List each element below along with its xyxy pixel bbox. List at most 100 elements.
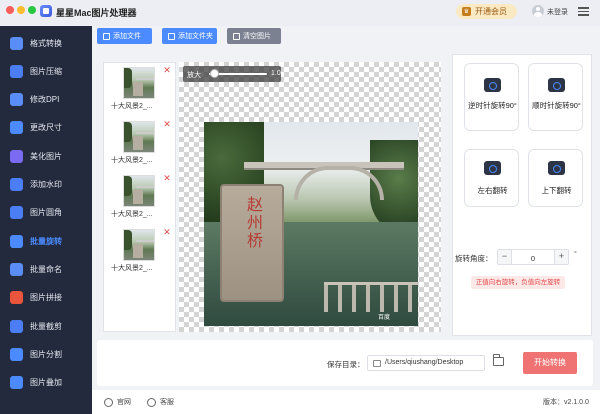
start-convert-button[interactable]: 开始转换 (523, 352, 577, 374)
sidebar-item-label: 批量截剪 (30, 321, 62, 331)
photo-railing (324, 282, 418, 312)
file-thumbnail (123, 229, 155, 261)
rotation-hint: 正值向右旋转，负值向左旋转 (471, 276, 565, 289)
beautify-icon (10, 149, 23, 163)
sidebar-item-image-compress[interactable]: 图片压缩 (0, 60, 92, 82)
watermark-icon (10, 178, 23, 191)
flip-vertical-button[interactable]: 上下翻转 (528, 149, 583, 207)
sidebar-item-batch-rename[interactable]: 批量命名 (0, 258, 92, 280)
angle-increase-button[interactable]: + (554, 250, 568, 264)
close-window-button[interactable] (6, 6, 14, 14)
sidebar-item-image-split[interactable]: 图片分割 (0, 343, 92, 365)
rotate-ccw-icon (484, 78, 501, 92)
thumb-tree (124, 230, 132, 250)
thumb-stone (133, 136, 143, 150)
format-convert-icon (10, 36, 23, 50)
thumb-tree (124, 176, 132, 196)
rotate-cw-button[interactable]: 顺时针旋转90° (528, 63, 583, 131)
website-link[interactable]: 官网 (104, 397, 131, 407)
open-folder-icon[interactable] (493, 354, 504, 366)
sidebar-item-round-corner[interactable]: 图片圆角 (0, 202, 92, 224)
footer: 官网 客服 版本：v2.1.0.0 (92, 390, 600, 414)
output-bar: 保存目录： /Users/qiushang/Desktop 开始转换 (97, 340, 593, 386)
sidebar-item-label: 修改DPI (30, 95, 60, 105)
login-status[interactable]: 未登录 (547, 7, 568, 17)
sidebar-item-format-convert[interactable]: 格式转换 (0, 32, 92, 54)
app-title: 星星Mac图片处理器 (56, 8, 137, 18)
thumb-bridge (136, 240, 154, 242)
preview-photo: 赵州桥 百度 (204, 122, 418, 326)
add-folder-button[interactable]: 添加文件夹 (162, 28, 217, 44)
sidebar-item-label: 图片圆角 (30, 208, 62, 218)
sidebar-item-label: 格式转换 (30, 38, 62, 48)
sidebar-item-label: 批量旋转 (30, 236, 62, 246)
batch-crop-icon (10, 319, 23, 333)
clear-images-button[interactable]: 清空图片 (227, 28, 281, 44)
file-name: 十大风景2_... (111, 103, 153, 110)
avatar[interactable] (532, 5, 544, 17)
delete-icon[interactable]: ✕ (163, 66, 171, 75)
sidebar-item-image-overlay[interactable]: 图片叠加 (0, 372, 92, 394)
sidebar-item-image-stitch[interactable]: 图片拼接 (0, 287, 92, 309)
sidebar-item-batch-rotate[interactable]: 批量旋转 (0, 230, 92, 252)
delete-icon[interactable]: ✕ (163, 174, 171, 183)
delete-icon[interactable]: ✕ (163, 228, 171, 237)
minimize-window-button[interactable] (17, 6, 25, 14)
sidebar-item-label: 图片拼接 (30, 293, 62, 303)
vip-button[interactable]: ♛ 开通会员 (456, 4, 517, 19)
thumb-stone (133, 190, 143, 204)
list-item[interactable]: ✕ 十大风景2_... (104, 227, 177, 279)
photo-watermark: 百度 (378, 315, 391, 321)
save-dir-field[interactable]: /Users/qiushang/Desktop (367, 355, 485, 371)
service-link[interactable]: 客服 (147, 397, 174, 407)
sidebar-item-label: 美化图片 (30, 151, 62, 161)
maximize-window-button[interactable] (28, 6, 36, 14)
delete-icon[interactable]: ✕ (163, 120, 171, 129)
rotation-angle-input[interactable] (512, 252, 554, 264)
add-file-button[interactable]: 添加文件 (97, 28, 152, 44)
flip-horizontal-button[interactable]: 左右翻转 (464, 149, 519, 207)
sidebar-item-watermark[interactable]: 添加水印 (0, 174, 92, 196)
file-icon (103, 32, 110, 40)
vip-label: 开通会员 (475, 7, 507, 16)
sidebar-item-beautify[interactable]: 美化图片 (0, 145, 92, 167)
flip-horizontal-icon (484, 161, 501, 175)
thumb-bridge (136, 78, 154, 80)
file-thumbnail (123, 121, 155, 153)
rotate-ccw-button[interactable]: 逆时针旋转90° (464, 63, 519, 131)
batch-rename-icon (10, 262, 23, 276)
list-item[interactable]: ✕ 十大风景2_... (104, 173, 177, 225)
sidebar-item-resize[interactable]: 更改尺寸 (0, 117, 92, 139)
file-list: ✕ 十大风景2_... ✕ 十大风景2_... ✕ 十大风景2_... ✕ 十大风景2_... (103, 62, 176, 332)
sidebar-item-batch-crop[interactable]: 批量截剪 (0, 315, 92, 337)
version-text: 版本：v2.1.0.0 (543, 399, 589, 406)
thumb-bridge (136, 186, 154, 188)
thumb-tree (124, 122, 132, 142)
title-bar: 星星Mac图片处理器 ♛ 开通会员 未登录 (0, 0, 600, 26)
folder-icon (168, 32, 175, 40)
rotation-angle-label: 旋转角度： (455, 254, 493, 263)
image-preview: 放大 1.0 赵州桥 百度 (179, 62, 441, 332)
zoom-value: 1.0 (271, 70, 281, 77)
angle-decrease-button[interactable]: − (498, 250, 512, 264)
tablet-inscription: 赵州桥 (246, 195, 263, 250)
list-item[interactable]: ✕ 十大风景2_... (104, 119, 177, 171)
sidebar-item-label: 更改尺寸 (30, 123, 62, 133)
zoom-slider-handle[interactable] (209, 69, 219, 78)
rotate-options-panel: 逆时针旋转90° 顺时针旋转90° 左右翻转 上下翻转 旋转角度： − + ° … (452, 54, 592, 336)
list-item[interactable]: ✕ 十大风景2_... (104, 65, 177, 117)
thumb-bridge (136, 132, 154, 134)
main-area: 添加文件 添加文件夹 清空图片 ✕ 十大风景2_... ✕ 十大风景2_... ✕ 十大风… (92, 26, 600, 390)
sidebar-item-modify-dpi[interactable]: 修改DPI (0, 89, 92, 111)
batch-rotate-icon (10, 234, 23, 248)
settings-menu-icon[interactable] (578, 6, 589, 16)
flip-vertical-icon (548, 161, 565, 175)
crown-icon: ♛ (462, 7, 471, 16)
photo-stone-tablet: 赵州桥 (220, 184, 284, 302)
thumb-stone (133, 244, 143, 258)
image-compress-icon (10, 64, 23, 78)
round-corner-icon (10, 206, 23, 220)
sidebar-item-label: 图片压缩 (30, 66, 62, 76)
file-thumbnail (123, 175, 155, 207)
app-logo-icon (40, 5, 52, 17)
